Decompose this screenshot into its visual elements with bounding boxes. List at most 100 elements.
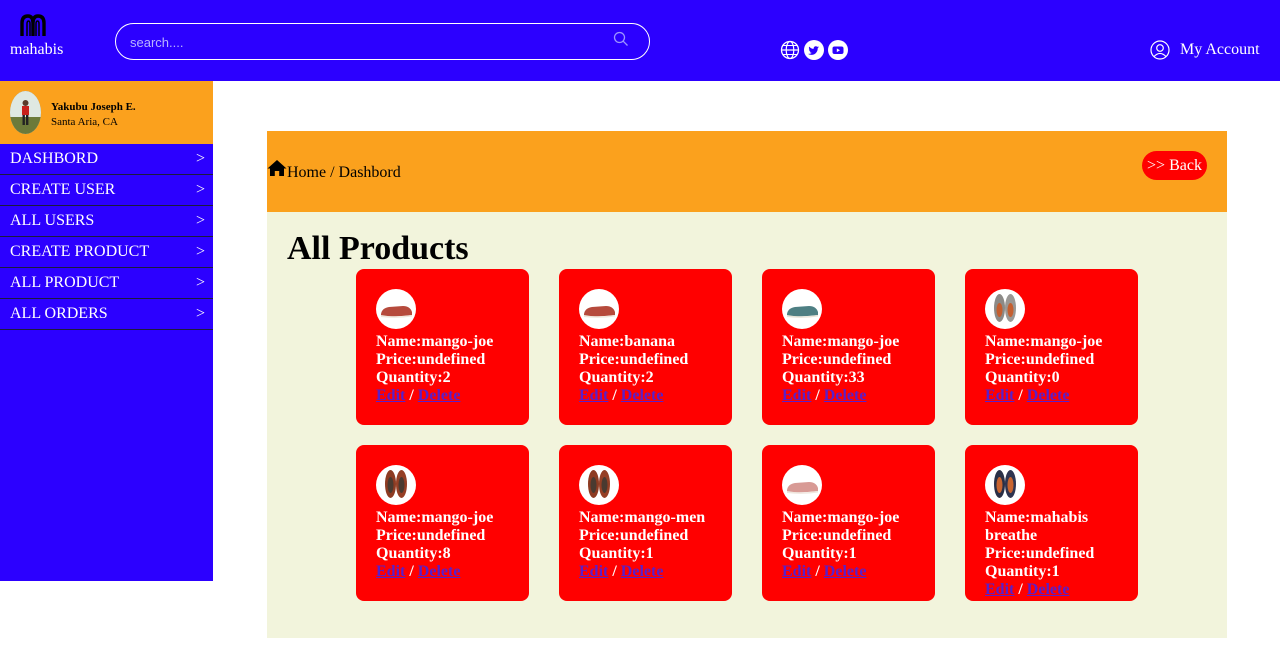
product-info: Name:mango-joe Price:undefined Quantity:8 E… (376, 509, 526, 581)
edit-link[interactable]: Edit (376, 563, 405, 580)
product-card: Name:mahabis breathe Price:undefined Quant… (965, 445, 1138, 601)
product-actions: Edit / Delete (579, 387, 729, 405)
sidebar-item-label: CREATE USER (10, 181, 116, 198)
product-image (782, 465, 822, 505)
search-input[interactable] (130, 32, 600, 52)
sidebar-item-label: ALL USERS (10, 212, 95, 229)
product-price: Price:undefined (782, 351, 892, 368)
globe-icon[interactable] (780, 40, 800, 60)
product-actions: Edit / Delete (782, 387, 932, 405)
sidebar-item-label: DASHBORD (10, 150, 99, 167)
product-price: Price:undefined (579, 527, 689, 544)
sidebar-item-create-product[interactable]: CREATE PRODUCT > (0, 237, 213, 268)
edit-link[interactable]: Edit (782, 563, 811, 580)
product-name: Name:mango-joe (985, 333, 1103, 350)
action-separator: / (608, 387, 621, 404)
chevron-right-icon: > (195, 212, 205, 229)
product-info: Name:mango-joe Price:undefined Quantity:2 E… (376, 333, 526, 405)
action-separator: / (405, 387, 418, 404)
delete-link[interactable]: Delete (418, 563, 461, 580)
youtube-icon[interactable] (828, 40, 848, 60)
sidebar-menu: DASHBORD > CREATE USER > ALL USERS > CRE… (0, 144, 213, 330)
sidebar-item-create-user[interactable]: CREATE USER > (0, 175, 213, 206)
twitter-icon[interactable] (804, 40, 824, 60)
chevron-right-icon: > (195, 305, 205, 322)
product-name: Name:mango-joe (376, 509, 494, 526)
my-account-label: My Account (1180, 41, 1260, 58)
edit-link[interactable]: Edit (376, 387, 405, 404)
product-card: Name:mango-men Price:undefined Quantity:1 E… (559, 445, 732, 601)
product-actions: Edit / Delete (782, 563, 932, 581)
delete-link[interactable]: Delete (418, 387, 461, 404)
product-card: Name:mango-joe Price:undefined Quantity:33… (762, 269, 935, 425)
edit-link[interactable]: Edit (579, 387, 608, 404)
product-actions: Edit / Delete (376, 563, 526, 581)
product-image (782, 289, 822, 329)
edit-link[interactable]: Edit (579, 563, 608, 580)
social-links (780, 40, 848, 60)
product-name: Name:mango-joe (782, 509, 900, 526)
product-price: Price:undefined (985, 545, 1095, 562)
product-info: Name:mango-joe Price:undefined Quantity:0 E… (985, 333, 1135, 405)
product-quantity: Quantity:0 (985, 369, 1060, 386)
delete-link[interactable]: Delete (824, 387, 867, 404)
user-icon (1150, 40, 1170, 60)
product-quantity: Quantity:33 (782, 369, 865, 386)
sidebar-item-all-orders[interactable]: ALL ORDERS > (0, 299, 213, 330)
delete-link[interactable]: Delete (621, 563, 664, 580)
product-actions: Edit / Delete (985, 581, 1135, 599)
product-name: Name:mango-men (579, 509, 706, 526)
delete-link[interactable]: Delete (1027, 387, 1070, 404)
product-image (376, 289, 416, 329)
home-icon[interactable] (267, 159, 287, 177)
action-separator: / (405, 563, 418, 580)
product-name: Name:mango-joe (376, 333, 494, 350)
brand-name: mahabis (10, 41, 64, 58)
product-price: Price:undefined (782, 527, 892, 544)
product-info: Name:mango-men Price:undefined Quantity:1 E… (579, 509, 729, 581)
profile-name: Yakubu Joseph E. (51, 101, 136, 113)
product-card: Name:mango-joe Price:undefined Quantity:8 E… (356, 445, 529, 601)
product-actions: Edit / Delete (579, 563, 729, 581)
action-separator: / (1014, 581, 1027, 598)
search-icon[interactable] (613, 31, 629, 47)
edit-link[interactable]: Edit (985, 581, 1014, 598)
chevron-right-icon: > (195, 243, 205, 260)
product-price: Price:undefined (376, 351, 486, 368)
sidebar-item-label: ALL ORDERS (10, 305, 108, 322)
sidebar-item-all-product[interactable]: ALL PRODUCT > (0, 268, 213, 299)
edit-link[interactable]: Edit (985, 387, 1014, 404)
product-quantity: Quantity:2 (579, 369, 654, 386)
my-account-link[interactable]: My Account (1150, 39, 1260, 61)
top-navbar: mahabis search.... My Account (0, 0, 1280, 81)
delete-link[interactable]: Delete (621, 387, 664, 404)
action-separator: / (1014, 387, 1027, 404)
product-image (579, 289, 619, 329)
delete-link[interactable]: Delete (1027, 581, 1070, 598)
page-header: Home / Dashbord >> Back (267, 131, 1227, 212)
product-image (985, 465, 1025, 505)
product-card: Name:mango-joe Price:undefined Quantity:1 E… (762, 445, 935, 601)
product-quantity: Quantity:2 (376, 369, 451, 386)
product-info: Name:mango-joe Price:undefined Quantity:1 E… (782, 509, 932, 581)
action-separator: / (811, 563, 824, 580)
product-actions: Edit / Delete (376, 387, 526, 405)
sidebar-item-dashboard[interactable]: DASHBORD > (0, 144, 213, 175)
chevron-right-icon: > (195, 274, 205, 291)
product-image (985, 289, 1025, 329)
action-separator: / (608, 563, 621, 580)
product-info: Name:mahabis breathe Price:undefined Quant… (985, 509, 1135, 599)
sidebar-item-all-users[interactable]: ALL USERS > (0, 206, 213, 237)
sidebar-item-label: CREATE PRODUCT (10, 243, 150, 260)
product-name: Name:mahabis breathe (985, 509, 1089, 544)
mahabis-logo-icon (20, 14, 46, 36)
chevron-right-icon: > (195, 181, 205, 198)
breadcrumb: Home / Dashbord (287, 164, 401, 181)
products-panel: All Products Name:mango-joe Price:undefin… (267, 212, 1227, 638)
delete-link[interactable]: Delete (824, 563, 867, 580)
search-bar[interactable] (115, 23, 650, 60)
back-button[interactable]: >> Back (1142, 151, 1207, 180)
edit-link[interactable]: Edit (782, 387, 811, 404)
product-info: Name:banana Price:undefined Quantity:2 Edit… (579, 333, 729, 405)
product-card: Name:banana Price:undefined Quantity:2 Edit… (559, 269, 732, 425)
